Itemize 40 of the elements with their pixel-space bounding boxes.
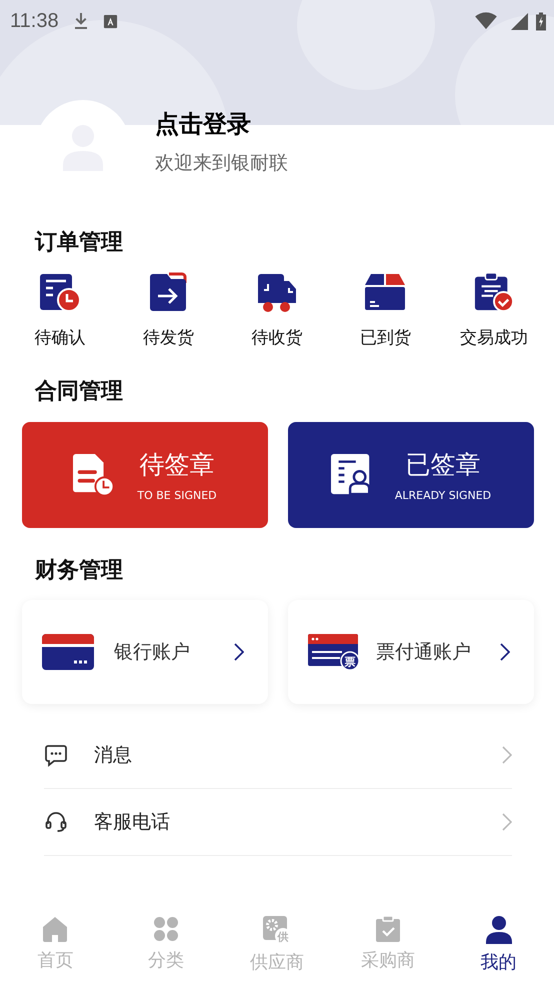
contract-title: 待签章 bbox=[140, 448, 214, 481]
wifi-icon bbox=[475, 12, 497, 30]
contract-title: 已签章 bbox=[405, 448, 480, 481]
battery-icon bbox=[536, 12, 546, 30]
bank-card-icon bbox=[42, 634, 94, 670]
section-title: 财务管理 bbox=[35, 558, 124, 584]
order-status-item[interactable]: 已到货 bbox=[335, 272, 436, 350]
menu-item[interactable]: 客服电话 bbox=[44, 789, 512, 856]
chat-icon bbox=[44, 743, 68, 768]
contract-subtitle: TO BE SIGNED bbox=[137, 488, 217, 502]
order-status-item[interactable]: 待发货 bbox=[118, 272, 219, 350]
order-status-item[interactable]: 交易成功 bbox=[444, 272, 544, 350]
login-link[interactable]: 点击登录 bbox=[155, 108, 288, 140]
chevron-right-icon bbox=[234, 643, 244, 662]
home-icon bbox=[42, 916, 68, 942]
account-card[interactable]: 银行账户 bbox=[22, 600, 268, 704]
account-card[interactable]: 票 票付通账户 bbox=[288, 600, 534, 704]
tab-item[interactable]: 我的 bbox=[443, 912, 554, 984]
keyboard-icon bbox=[102, 14, 118, 28]
order-status-item[interactable]: 待收货 bbox=[226, 272, 327, 350]
grid-icon bbox=[153, 916, 180, 942]
clipboard-check-icon bbox=[374, 916, 401, 942]
download-icon bbox=[72, 12, 89, 30]
signal-icon bbox=[511, 12, 528, 30]
box-icon bbox=[363, 272, 408, 312]
contract-card[interactable]: 已签章 ALREADY SIGNED bbox=[288, 422, 534, 528]
welcome-text: 欢迎来到银耐联 bbox=[155, 151, 288, 176]
section-title: 合同管理 bbox=[35, 379, 124, 406]
order-status-item[interactable]: 待确认 bbox=[10, 272, 110, 350]
document-clock-icon bbox=[73, 454, 116, 496]
chevron-right-icon bbox=[502, 813, 512, 832]
chevron-right-icon bbox=[500, 643, 510, 662]
contract-subtitle: ALREADY SIGNED bbox=[394, 488, 492, 502]
section-title: 订单管理 bbox=[35, 230, 124, 256]
person-icon bbox=[486, 916, 512, 944]
headset-icon bbox=[44, 810, 68, 834]
contract-card[interactable]: 待签章 TO BE SIGNED bbox=[22, 422, 268, 528]
menu-item[interactable]: 消息 bbox=[44, 722, 512, 790]
status-time: 11:38 bbox=[10, 10, 59, 32]
chevron-right-icon bbox=[502, 746, 512, 764]
